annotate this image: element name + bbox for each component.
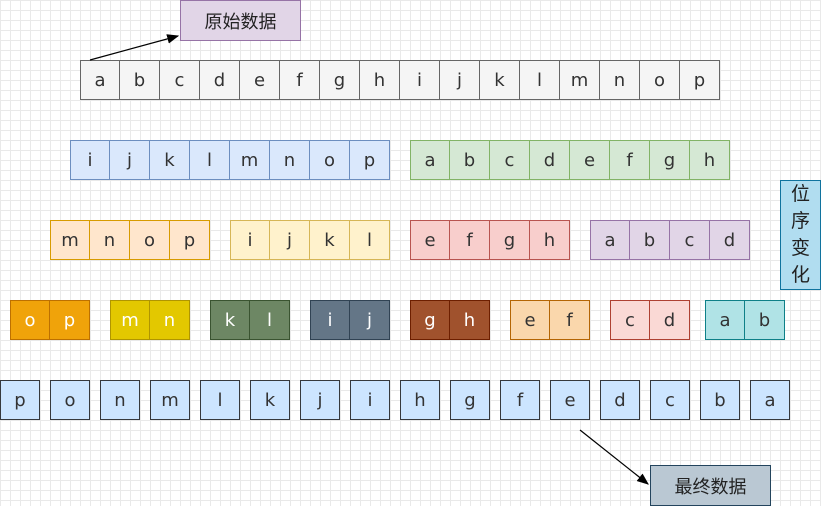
arrows-layer bbox=[89, 34, 649, 485]
arrow-to-final-label bbox=[579, 429, 649, 485]
arrow-to-original-label bbox=[89, 34, 180, 61]
